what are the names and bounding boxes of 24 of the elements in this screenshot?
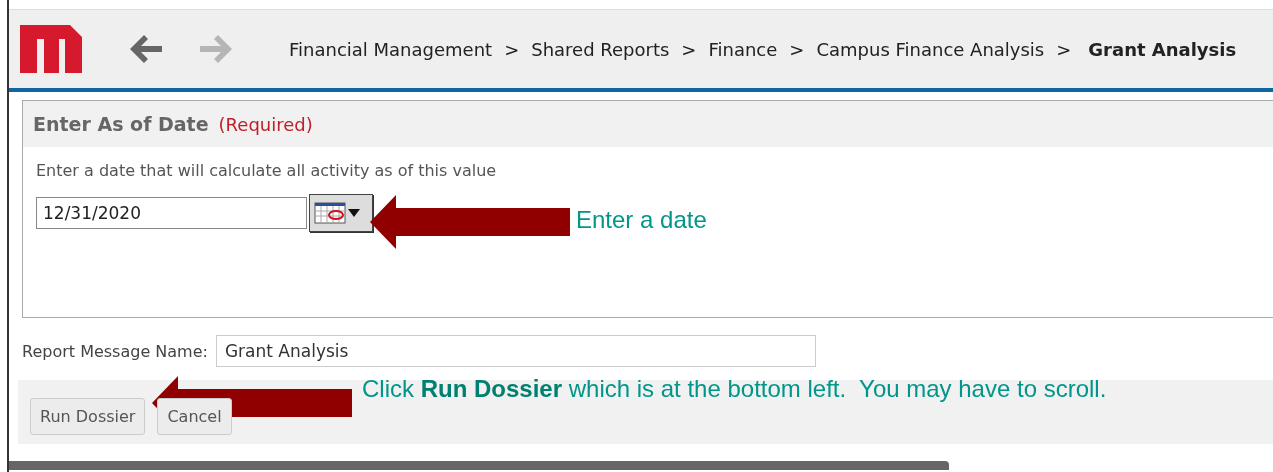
report-name-field[interactable]: Grant Analysis xyxy=(215,335,816,367)
breadcrumb-separator: > xyxy=(789,38,805,60)
breadcrumb-separator: > xyxy=(504,38,520,60)
breadcrumb-link[interactable]: Finance xyxy=(708,38,778,60)
breadcrumb-link[interactable]: Campus Finance Analysis xyxy=(816,38,1045,60)
dropdown-caret-icon xyxy=(348,209,360,217)
breadcrumb-link[interactable]: Financial Management xyxy=(289,38,493,60)
annotation-text: Enter a date xyxy=(576,206,707,234)
breadcrumb-separator: > xyxy=(1056,38,1072,60)
prompt-description: Enter a date that will calculate all activity as of this value xyxy=(36,161,498,180)
calendar-button[interactable] xyxy=(309,194,373,232)
breadcrumb-link[interactable]: Shared Reports xyxy=(531,38,670,60)
run-button[interactable]: Run Dossier xyxy=(30,397,146,435)
back-arrow-icon[interactable] xyxy=(128,33,164,65)
cancel-button[interactable]: Cancel xyxy=(157,397,232,435)
prompt-title: Enter As of Date xyxy=(33,113,209,135)
logo-icon xyxy=(20,25,82,73)
date-field[interactable]: 12/31/2020 xyxy=(36,197,307,229)
required-label: (Required) xyxy=(218,113,313,135)
calendar-icon xyxy=(314,201,346,225)
annotation-text: Click Run Dossier which is at the bottom left. You may have to scroll. xyxy=(362,374,1108,404)
breadcrumb-separator: > xyxy=(681,38,697,60)
field-label: Report Message Name: xyxy=(22,341,208,361)
breadcrumb-current: Grant Analysis xyxy=(1088,38,1237,60)
